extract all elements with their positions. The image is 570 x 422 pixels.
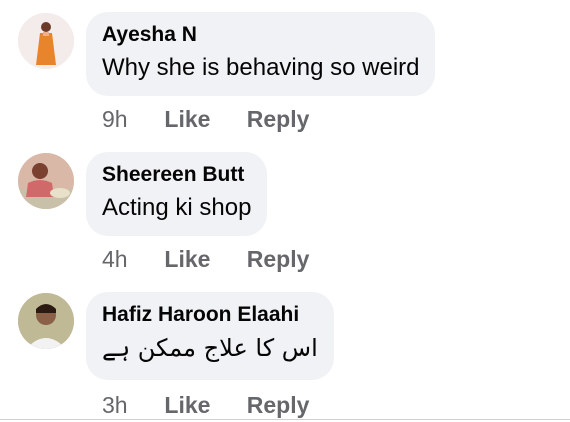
avatar-image: [18, 13, 74, 69]
comment-actions: 3h Like Reply: [102, 392, 309, 419]
reply-button[interactable]: Reply: [247, 392, 310, 419]
comment-bubble: Sheereen Butt Acting ki shop: [86, 152, 268, 236]
divider: [0, 419, 570, 420]
avatar[interactable]: [18, 153, 74, 209]
comment-text: Acting ki shop: [102, 194, 252, 221]
comment-text: Why she is behaving so weird: [102, 54, 420, 81]
avatar[interactable]: [18, 13, 74, 69]
comment-bubble: Ayesha N Why she is behaving so weird: [86, 12, 436, 96]
comment-time[interactable]: 4h: [102, 246, 158, 273]
reply-button[interactable]: Reply: [247, 246, 310, 273]
comment-author[interactable]: Hafiz Haroon Elaahi: [102, 302, 318, 328]
comment-actions: 9h Like Reply: [102, 106, 309, 133]
comment-actions: 4h Like Reply: [102, 246, 309, 273]
reply-button[interactable]: Reply: [247, 106, 310, 133]
like-button[interactable]: Like: [164, 106, 240, 133]
comment-time[interactable]: 3h: [102, 392, 158, 419]
comment-author[interactable]: Sheereen Butt: [102, 162, 251, 188]
like-button[interactable]: Like: [164, 246, 240, 273]
avatar-image: [18, 293, 74, 349]
comment-time[interactable]: 9h: [102, 106, 158, 133]
like-button[interactable]: Like: [164, 392, 240, 419]
avatar-image: [18, 153, 74, 209]
comment-author[interactable]: Ayesha N: [102, 22, 419, 48]
comment-text: اس کا علاج ممکن ہے: [102, 334, 318, 362]
comment-bubble: Hafiz Haroon Elaahi اس کا علاج ممکن ہے: [86, 292, 334, 380]
avatar[interactable]: [18, 293, 74, 349]
